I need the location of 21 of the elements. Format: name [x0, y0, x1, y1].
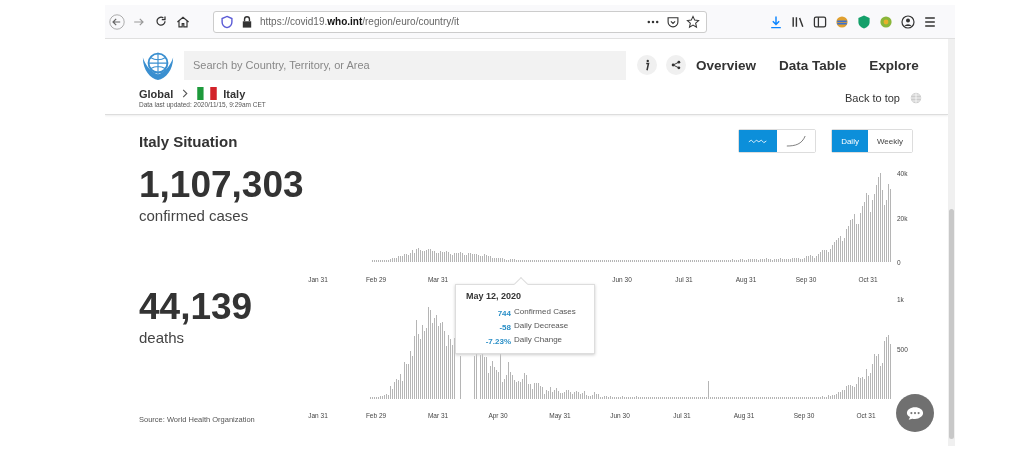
tooltip-value: -58 — [499, 322, 511, 332]
nav-link[interactable]: Data Table — [779, 57, 847, 73]
back-to-top-link[interactable]: Back to top — [844, 91, 900, 104]
address-bar[interactable]: https://covid19.who.int/region/euro/country/it — [213, 10, 707, 33]
metric-label: deaths — [139, 329, 186, 346]
breadcrumb-link[interactable]: Global — [139, 87, 174, 100]
metric-value: 44,139 — [139, 287, 254, 327]
nav-link[interactable]: Explore — [869, 57, 919, 73]
tooltip-label: Daily Change — [514, 335, 563, 345]
tooltip-date: May 12, 2020 — [466, 291, 523, 301]
section-title: Italy Situation — [139, 132, 238, 150]
metric-label: confirmed cases — [139, 207, 250, 224]
period-toggle[interactable]: Daily — [832, 130, 868, 152]
url-text: https://covid19.who.int/region/euro/country/it — [260, 16, 459, 27]
nav-link[interactable]: Overview — [696, 57, 757, 73]
country-name: Italy — [223, 87, 246, 100]
tooltip-label: Daily Decrease — [514, 321, 569, 331]
tooltip-label: Confirmed Cases — [514, 307, 576, 317]
tooltip-value: 744 — [497, 308, 511, 318]
search-field[interactable]: Search by Country, Territory, or Area — [184, 50, 626, 80]
tooltip-value: -7.23% — [485, 336, 511, 346]
